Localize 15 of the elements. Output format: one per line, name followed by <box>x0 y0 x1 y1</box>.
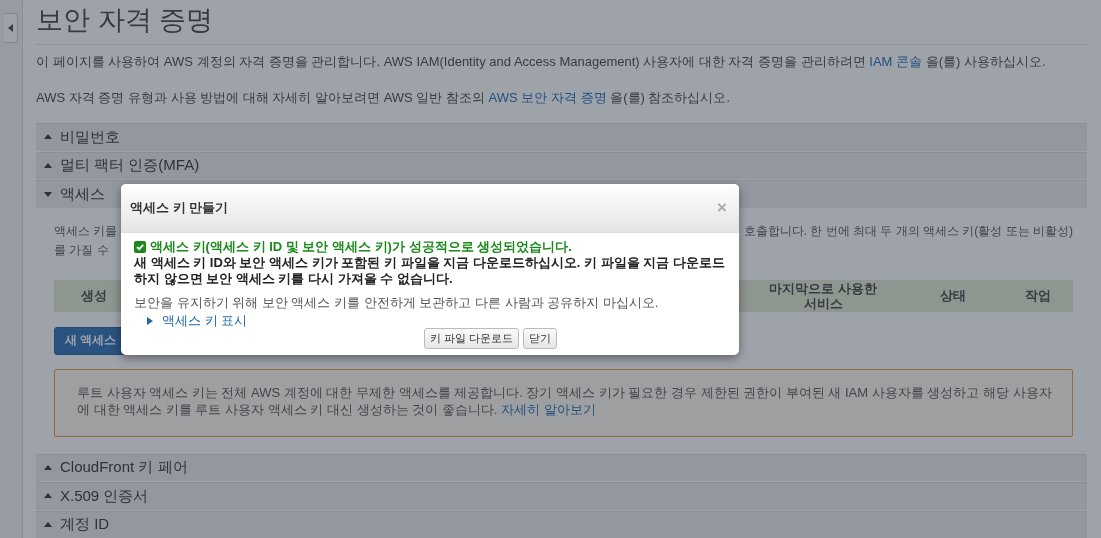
intro-paragraph: 이 페이지를 사용하여 AWS 계정의 자격 증명을 관리합니다. AWS IAM(Identity and Access Management) 사용자에 대한 자격 증명을 관리하려면 IAM 콘솔 을(를) 사용하십시오. <box>36 53 1047 71</box>
description-text: 호출합니다. 한 번에 최대 두 개의 액세스 키(활성 또는 비활성) <box>743 222 1073 240</box>
info-text: 보안을 유지하기 위해 보안 액세스 키를 안전하게 보관하고 다른 사람과 공유하지 마십시오. <box>134 295 660 311</box>
description-text: 를 가질 수 <box>54 241 110 259</box>
column-header: 상태 <box>939 288 967 303</box>
intro-paragraph: AWS 자격 증명 유형과 사용 방법에 대해 자세히 알아보려면 AWS 일반 참조의 AWS 보안 자격 증명 을(를) 참조하십시오. <box>36 89 732 107</box>
column-header: 생성 <box>80 288 108 303</box>
description-text: 액세스 키를 <box>54 222 118 240</box>
dialog-title: 액세스 키 만들기 <box>130 199 229 217</box>
column-header: 마지막으로 사용한 서비스 <box>768 280 878 311</box>
download-warning: 새 액세스 키 ID와 보안 액세스 키가 포함된 키 파일을 지금 다운로드하십시오. 키 파일을 지금 다운로드하지 않으면 보안 액세스 키를 다시 가져올 수 없습니다. <box>134 255 726 287</box>
success-message: 액세스 키(액세스 키 ID 및 보안 액세스 키)가 성공적으로 생성되었습니다. <box>150 239 572 255</box>
column-header: 작업 <box>1024 288 1052 303</box>
warning-text: 루트 사용자 액세스 키는 전체 AWS 계정에 대한 무제한 액세스를 제공합니다. 장기 액세스 키가 필요한 경우 제한된 권한이 부여된 새 IAM 사용자를 생성하고 해당 사용자에 대한 액세스 키를 루트 사용자 액세스 키 대신 생성하는 것이 좋습니다. 자세히 알아보기 <box>77 384 1052 417</box>
page-title: 보안 자격 증명 <box>36 0 1087 45</box>
